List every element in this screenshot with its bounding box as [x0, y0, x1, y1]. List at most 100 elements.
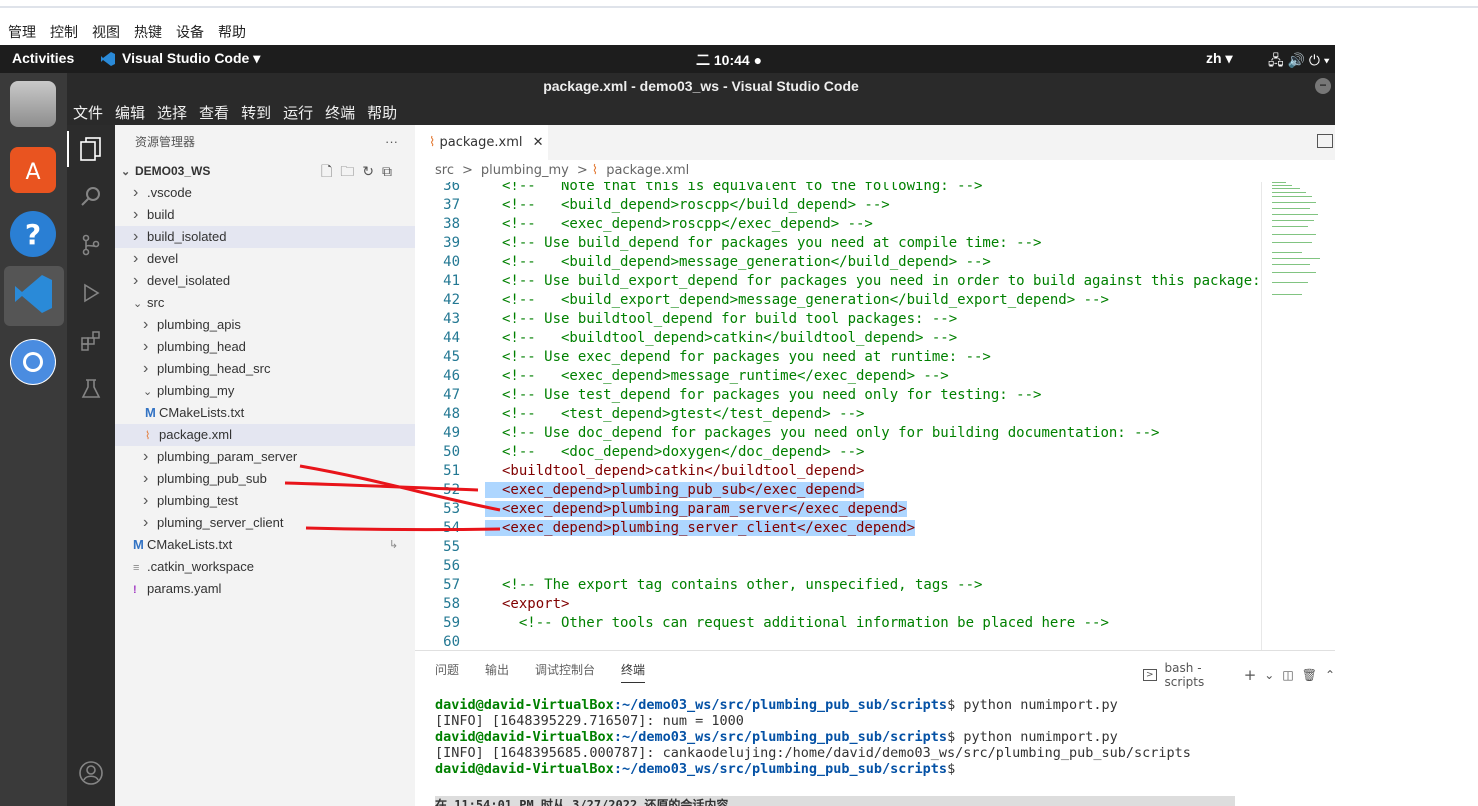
tree-item[interactable]: › build_isolated: [115, 226, 415, 248]
chromium-icon[interactable]: [10, 339, 56, 385]
tree-item[interactable]: ≡ .catkin_workspace: [115, 556, 415, 578]
explorer-icon[interactable]: [77, 135, 105, 163]
menu-item[interactable]: 文件: [73, 102, 103, 123]
code-line[interactable]: <exec_depend>plumbing_pub_sub</exec_depe…: [485, 482, 865, 498]
tree-item[interactable]: ⌄ src: [115, 292, 415, 314]
panel-tab[interactable]: 终端: [621, 661, 646, 683]
tree-item[interactable]: › devel: [115, 248, 415, 270]
tree-item[interactable]: › plumbing_test: [115, 490, 415, 512]
search-icon[interactable]: [77, 183, 105, 211]
code-line[interactable]: <!-- <doc_depend>doxygen</doc_depend> --…: [502, 444, 864, 460]
chevron-right-icon: >: [461, 163, 473, 178]
tab-package-xml[interactable]: ⌇ package.xml ✕: [415, 125, 548, 160]
code-line[interactable]: <!-- Other tools can request additional …: [502, 615, 1109, 631]
panel-tab[interactable]: 输出: [485, 661, 509, 683]
code-line[interactable]: <!-- Use exec_depend for packages you ne…: [502, 349, 991, 365]
code-line[interactable]: <!-- <exec_depend>message_runtime</exec_…: [502, 368, 949, 384]
code-line[interactable]: <!-- <build_depend>roscpp</build_depend>…: [502, 197, 890, 213]
code-line[interactable]: <!-- Use build_depend for packages you n…: [502, 235, 1041, 251]
run-debug-icon[interactable]: [77, 279, 105, 307]
menu-item[interactable]: 选择: [157, 102, 187, 123]
code-line[interactable]: <!-- Use doc_depend for packages you nee…: [502, 425, 1159, 441]
split-editor-icon[interactable]: [1317, 134, 1333, 148]
menu-item[interactable]: 运行: [283, 102, 313, 123]
tree-item[interactable]: M CMakeLists.txt: [115, 402, 415, 424]
menu-item[interactable]: 终端: [325, 102, 355, 123]
files-icon[interactable]: [10, 81, 56, 127]
vbox-menu-item[interactable]: 热键: [134, 22, 162, 42]
code-line[interactable]: <!-- <buildtool_depend>catkin</buildtool…: [502, 330, 957, 346]
line-number: 38: [443, 216, 460, 232]
vbox-menu-item[interactable]: 设备: [176, 22, 204, 42]
tree-item[interactable]: › pluming_server_client: [115, 512, 415, 534]
tree-item[interactable]: ⌇ package.xml: [115, 424, 415, 446]
tree-item[interactable]: › plumbing_apis: [115, 314, 415, 336]
code-line[interactable]: <exec_depend>plumbing_param_server</exec…: [485, 501, 907, 517]
clock[interactable]: 二 10:44 ●: [696, 50, 762, 70]
terminal-select[interactable]: bash - scripts: [1165, 661, 1236, 689]
accounts-icon[interactable]: [77, 759, 105, 787]
more-actions-button[interactable]: ···: [385, 131, 398, 153]
code-line[interactable]: <exec_depend>plumbing_server_client</exe…: [485, 520, 916, 536]
trash-icon[interactable]: 🗑: [1302, 668, 1317, 682]
code-line[interactable]: <!-- <exec_depend>roscpp</exec_depend> -…: [502, 216, 873, 232]
code-editor[interactable]: 36 <!-- Note that this is equivalent to t…: [415, 182, 1335, 650]
menu-item[interactable]: 转到: [241, 102, 271, 123]
menu-item[interactable]: 查看: [199, 102, 229, 123]
code-line[interactable]: <!-- <build_depend>message_generation</b…: [502, 254, 991, 270]
code-line[interactable]: <!-- Use build_export_depend for package…: [502, 273, 1261, 289]
collapse-all-icon[interactable]: ⧉: [382, 160, 392, 182]
code-line[interactable]: <!-- Use test_depend for packages you ne…: [502, 387, 1041, 403]
workspace-header[interactable]: ⌄ DEMO03_WS: [121, 160, 210, 182]
source-control-icon[interactable]: [77, 231, 105, 259]
tree-item[interactable]: › plumbing_param_server: [115, 446, 415, 468]
tree-item[interactable]: › plumbing_pub_sub: [115, 468, 415, 490]
tree-item[interactable]: › plumbing_head: [115, 336, 415, 358]
menu-item[interactable]: 帮助: [367, 102, 397, 123]
line-number: 57: [443, 577, 460, 593]
breadcrumb-item[interactable]: src: [435, 163, 454, 178]
new-file-icon[interactable]: 🗋: [321, 160, 332, 182]
code-line[interactable]: <export>: [502, 596, 569, 612]
vscode-dock-icon[interactable]: [10, 271, 56, 317]
tree-item[interactable]: › build: [115, 204, 415, 226]
menu-item[interactable]: 编辑: [115, 102, 145, 123]
extensions-icon[interactable]: [77, 327, 105, 355]
new-folder-icon[interactable]: 🗀: [340, 160, 354, 182]
chevron-up-icon[interactable]: ⌃: [1325, 668, 1335, 682]
code-line[interactable]: <buildtool_depend>catkin</buildtool_depe…: [502, 463, 864, 479]
tree-item[interactable]: › devel_isolated: [115, 270, 415, 292]
code-line[interactable]: <!-- <build_export_depend>message_genera…: [502, 292, 1109, 308]
app-menu[interactable]: Visual Studio Code ▾: [100, 50, 260, 67]
code-line[interactable]: <!-- Use buildtool_depend for build tool…: [502, 311, 957, 327]
testing-icon[interactable]: [77, 375, 105, 403]
vbox-menu-item[interactable]: 管理: [8, 22, 36, 42]
vbox-menu-item[interactable]: 帮助: [218, 22, 246, 42]
software-center-icon[interactable]: A: [10, 147, 56, 193]
refresh-icon[interactable]: ↻: [362, 160, 374, 182]
split-terminal-icon[interactable]: ◫: [1282, 668, 1293, 682]
vbox-menu-item[interactable]: 控制: [50, 22, 78, 42]
breadcrumb-item[interactable]: package.xml: [606, 163, 689, 178]
chevron-down-icon[interactable]: ⌄: [1264, 668, 1274, 682]
code-line[interactable]: <!-- <test_depend>gtest</test_depend> --…: [502, 406, 864, 422]
code-line[interactable]: <!-- The export tag contains other, unsp…: [502, 577, 982, 593]
system-tray[interactable]: 🖧 🔊 ⏻ ▾: [1268, 50, 1330, 74]
tree-item[interactable]: › .vscode: [115, 182, 415, 204]
breadcrumb-item[interactable]: plumbing_my: [481, 163, 569, 178]
tree-item[interactable]: ! params.yaml: [115, 578, 415, 600]
tree-item[interactable]: M CMakeLists.txt ↳: [115, 534, 415, 556]
language-indicator[interactable]: zh ▾: [1206, 50, 1232, 67]
activities-button[interactable]: Activities: [12, 50, 74, 66]
new-terminal-icon[interactable]: +: [1244, 666, 1257, 684]
minimize-button[interactable]: −: [1315, 78, 1331, 94]
vbox-menu-item[interactable]: 视图: [92, 22, 120, 42]
close-icon[interactable]: ✕: [533, 135, 544, 150]
code-line[interactable]: <!-- Note that this is equivalent to the…: [502, 182, 982, 194]
tree-item[interactable]: › plumbing_head_src: [115, 358, 415, 380]
panel-tab[interactable]: 调试控制台: [535, 661, 595, 683]
prompt-path: :~/demo03_ws/src/plumbing_pub_sub/script…: [613, 729, 948, 745]
tree-item[interactable]: ⌄ plumbing_my: [115, 380, 415, 402]
panel-tab[interactable]: 问题: [435, 661, 459, 683]
help-icon[interactable]: ?: [10, 211, 56, 257]
